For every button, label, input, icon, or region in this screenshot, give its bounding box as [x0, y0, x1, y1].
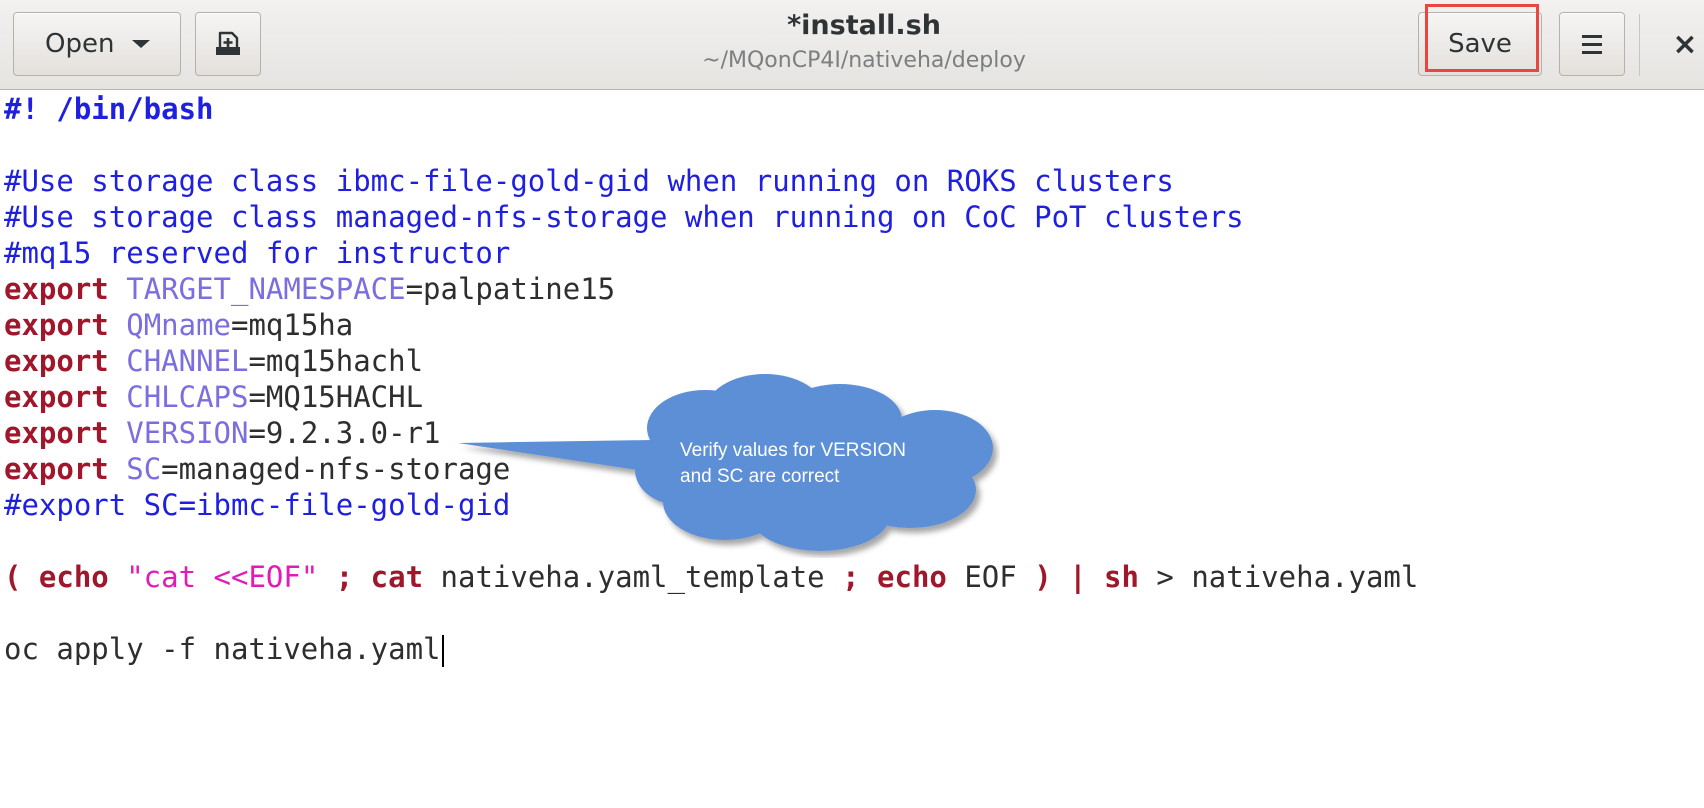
open-button-label: Open [45, 29, 115, 59]
close-icon: × [1672, 26, 1698, 62]
string-literal: "cat <<EOF" [108, 560, 319, 594]
operator: ; [318, 560, 371, 594]
close-button[interactable]: × [1668, 24, 1702, 64]
keyword: export [4, 380, 109, 414]
open-button[interactable]: Open [13, 12, 181, 76]
variable-value: =MQ15HACHL [248, 380, 424, 414]
variable-value: =palpatine15 [405, 272, 616, 306]
window-subtitle-path: ~/MQonCP4I/nativeha/deploy [702, 48, 1026, 73]
variable-name: SC [126, 452, 162, 486]
save-button-label: Save [1448, 29, 1512, 59]
keyword: echo [38, 560, 109, 594]
keyword: export [4, 416, 109, 450]
hamburger-menu-icon [1582, 34, 1602, 54]
code-line: #mq15 reserved for instructor [0, 235, 1704, 271]
keyword: export [4, 452, 109, 486]
code-line: export QMname=mq15ha [0, 307, 1704, 343]
new-document-button[interactable] [195, 12, 261, 76]
comment: #Use storage class managed-nfs-storage w… [4, 200, 1244, 234]
comment: #Use storage class ibmc-file-gold-gid wh… [4, 164, 1174, 198]
code-line: #Use storage class ibmc-file-gold-gid wh… [0, 163, 1704, 199]
variable-name: VERSION [126, 416, 249, 450]
keyword: sh [1086, 560, 1139, 594]
menu-button[interactable] [1559, 12, 1625, 76]
callout-line-1: Verify values for VERSION [680, 440, 906, 461]
chevron-down-icon [132, 40, 151, 48]
variable-name: CHLCAPS [126, 380, 249, 414]
variable-value: =mq15ha [231, 308, 354, 342]
operator: ; [842, 560, 860, 594]
code-line: #! /bin/bash [0, 91, 1704, 127]
code-line: #export SC=ibmc-file-gold-gid [0, 487, 1704, 523]
code-line: export CHLCAPS=MQ15HACHL [0, 379, 1704, 415]
variable-name: CHANNEL [126, 344, 249, 378]
keyword: cat [370, 560, 424, 594]
operator: ) | [1034, 560, 1087, 594]
code-line: #Use storage class managed-nfs-storage w… [0, 199, 1704, 235]
save-button[interactable]: Save [1418, 12, 1542, 76]
command: oc apply -f nativeha.yaml [4, 632, 441, 666]
code-line: export TARGET_NAMESPACE=palpatine15 [0, 271, 1704, 307]
code-line: export CHANNEL=mq15hachl [0, 343, 1704, 379]
keyword: export [4, 308, 109, 342]
comment: #export SC=ibmc-file-gold-gid [4, 488, 511, 522]
header-separator [1639, 14, 1640, 76]
window-title: *install.sh [787, 10, 941, 41]
text-cursor [441, 635, 444, 667]
callout-text: Verify values for VERSION and SC are cor… [680, 438, 950, 490]
argument: EOF [946, 560, 1035, 594]
variable-value: =9.2.3.0-r1 [248, 416, 441, 450]
shebang: #! /bin/bash [4, 92, 214, 126]
variable-name: TARGET_NAMESPACE [126, 272, 406, 306]
paren-open: ( [4, 560, 39, 594]
new-document-icon [216, 31, 240, 55]
keyword: export [4, 272, 109, 306]
variable-value: =managed-nfs-storage [161, 452, 511, 486]
code-line: ( echo "cat <<EOF" ; cat nativeha.yaml_t… [0, 559, 1704, 595]
keyword: echo [859, 560, 947, 594]
callout-line-2: and SC are correct [680, 466, 840, 487]
variable-value: =mq15hachl [248, 344, 424, 378]
code-line: oc apply -f nativeha.yaml [0, 631, 1704, 667]
comment: #mq15 reserved for instructor [4, 236, 511, 270]
variable-name: QMname [126, 308, 231, 342]
window-title-area: *install.sh ~/MQonCP4I/nativeha/deploy [600, 8, 1128, 78]
header-bar: Open *install.sh ~/MQonCP4I/nativeha/dep… [0, 0, 1704, 90]
argument: > nativeha.yaml [1138, 560, 1419, 594]
keyword: export [4, 344, 109, 378]
argument: nativeha.yaml_template [423, 560, 843, 594]
